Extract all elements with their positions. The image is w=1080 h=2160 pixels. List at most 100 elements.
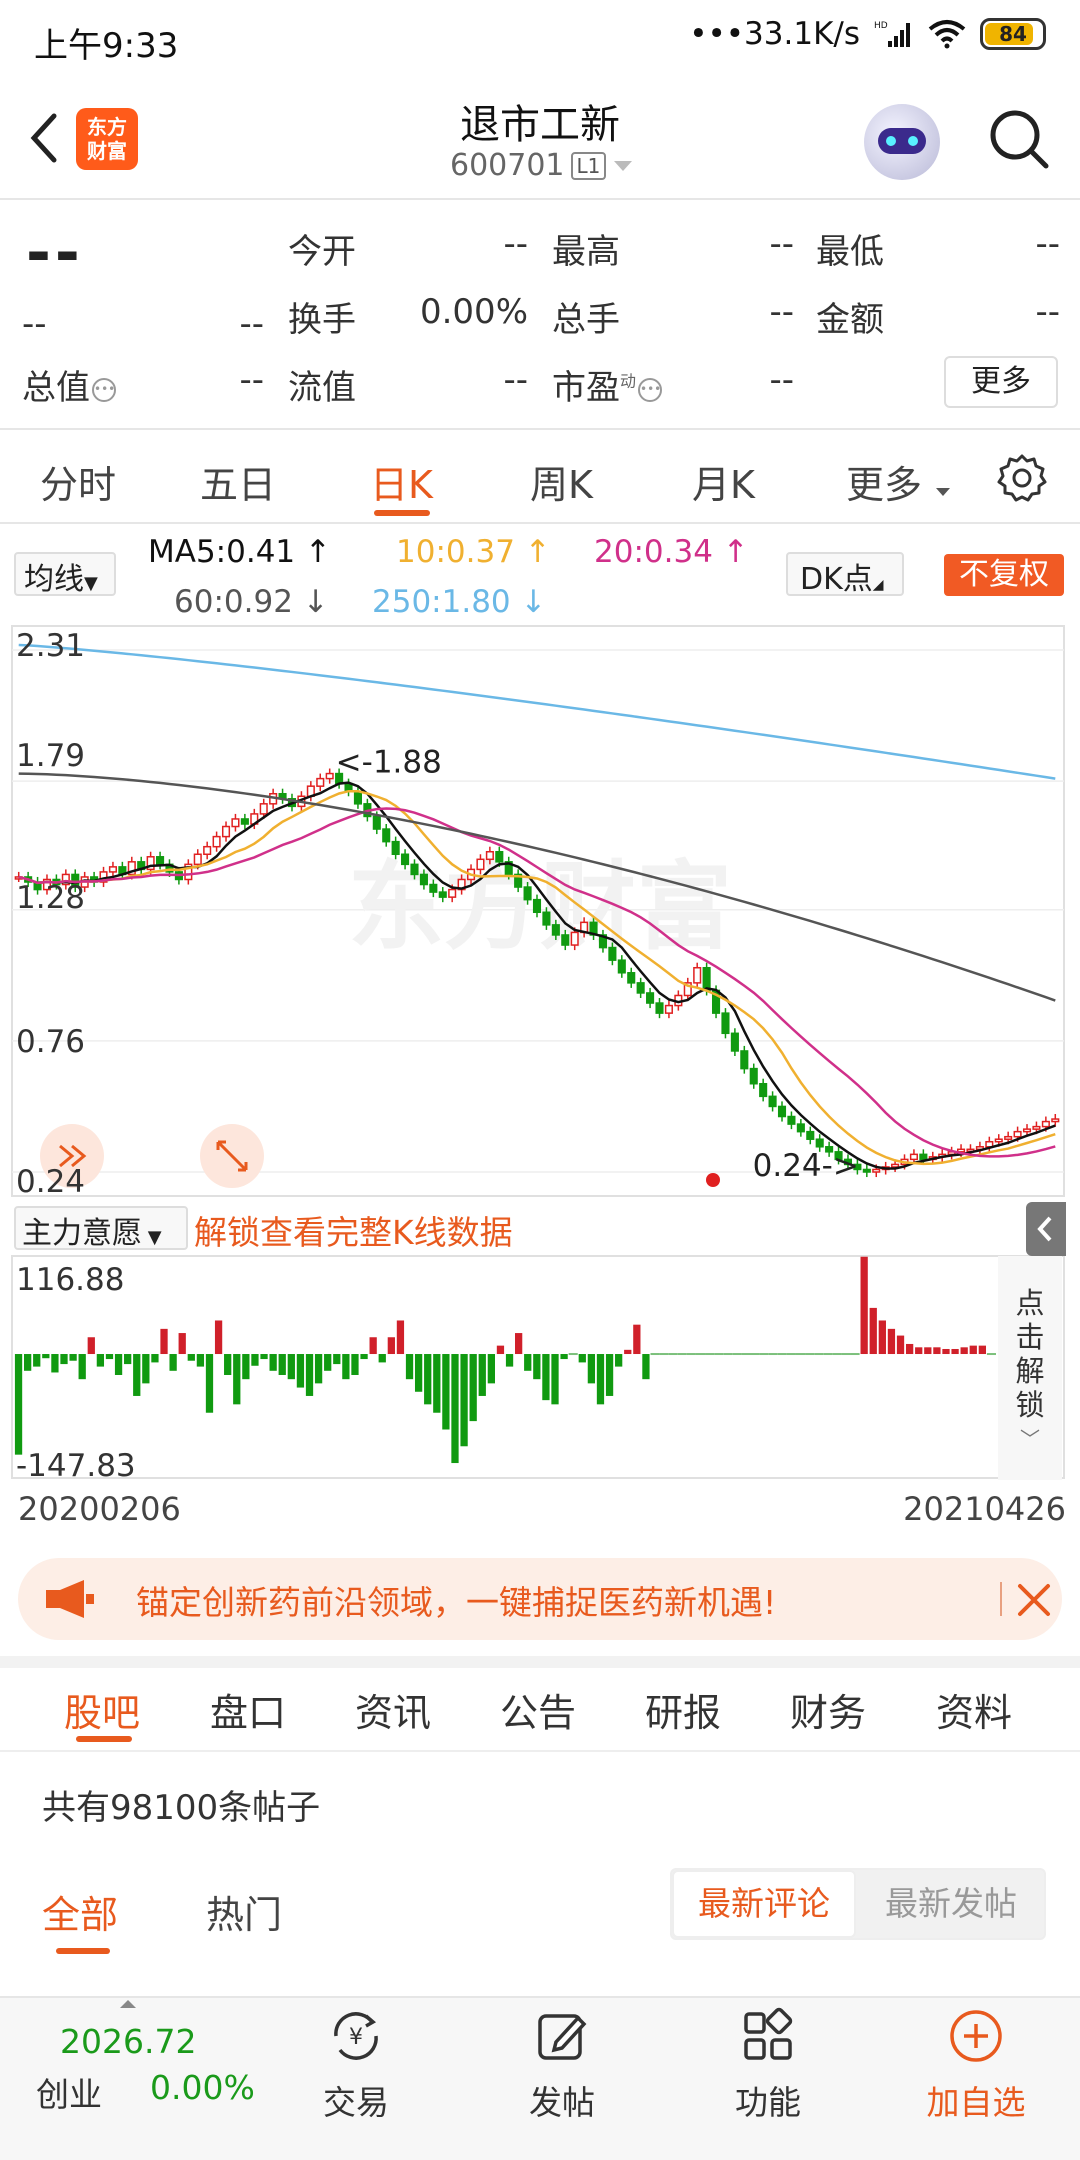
candle	[561, 934, 570, 946]
bar	[478, 1354, 486, 1396]
bar	[405, 1354, 414, 1380]
candle	[787, 1115, 796, 1125]
sort-latest-comment[interactable]: 最新评论	[672, 1870, 856, 1938]
bar	[196, 1354, 205, 1367]
candle	[862, 1168, 871, 1173]
nav-add-watchlist[interactable]: 加自选	[906, 2006, 1046, 2156]
main-force-selector[interactable]: 主力意愿 ▼	[14, 1206, 188, 1251]
unlock-kline-link[interactable]: 解锁查看完整K线数据	[194, 1206, 513, 1254]
active-filter-indicator	[56, 1948, 110, 1954]
bar	[505, 1354, 514, 1367]
y-tick-label: 1.79	[16, 738, 86, 774]
y-tick-label: 1.28	[16, 880, 86, 916]
bar	[160, 1328, 168, 1355]
sort-latest-post[interactable]: 最新发帖	[856, 1870, 1046, 1938]
chevron-left-icon	[1037, 1216, 1052, 1242]
bar	[87, 1337, 95, 1355]
bar	[442, 1354, 450, 1430]
bar-min-label: -147.83	[16, 1448, 136, 1484]
candle	[448, 888, 457, 898]
tab-profile[interactable]: 资料	[936, 1682, 1012, 1737]
index-name[interactable]: 创业	[36, 2068, 102, 2116]
index-value[interactable]: 2026.72	[60, 2022, 196, 2061]
bar	[351, 1354, 359, 1375]
tab-order-book[interactable]: 盘口	[210, 1682, 286, 1737]
y-tick-label: 0.24	[16, 1164, 86, 1200]
tab-research[interactable]: 研报	[645, 1682, 721, 1737]
bar	[14, 1354, 23, 1455]
bar	[205, 1354, 214, 1413]
bar	[533, 1354, 541, 1380]
megaphone-icon	[46, 1580, 94, 1618]
bar	[596, 1354, 605, 1405]
bar	[42, 1354, 50, 1359]
bar-max-label: 116.88	[16, 1262, 125, 1298]
bar	[251, 1354, 259, 1366]
bar	[187, 1354, 195, 1361]
candle	[221, 825, 231, 838]
candle	[410, 863, 419, 876]
kline-chart[interactable]: 东方财富<-1.880.24->	[0, 0, 1080, 1490]
bar	[333, 1354, 341, 1365]
candle	[636, 982, 645, 994]
bar	[487, 1354, 495, 1384]
bar	[124, 1354, 132, 1365]
nav-functions[interactable]: 功能	[698, 2006, 838, 2156]
bar	[51, 1354, 59, 1373]
tab-finance[interactable]: 财务	[790, 1682, 866, 1737]
candle	[693, 966, 702, 984]
candle	[419, 873, 428, 886]
bar	[469, 1354, 477, 1422]
candle	[1013, 1130, 1022, 1138]
candle	[203, 845, 212, 856]
bar	[114, 1354, 123, 1375]
bar	[615, 1354, 623, 1367]
candle	[353, 790, 363, 805]
candle	[796, 1123, 805, 1133]
nav-trade[interactable]: ¥ 交易	[286, 2006, 426, 2156]
candle	[212, 835, 221, 848]
bar	[287, 1354, 295, 1380]
tab-guba[interactable]: 股吧	[64, 1682, 140, 1737]
close-icon[interactable]	[1014, 1580, 1054, 1620]
bar	[342, 1354, 350, 1380]
candle	[749, 1067, 758, 1085]
bar	[642, 1354, 650, 1380]
bar	[969, 1345, 977, 1355]
candle	[909, 1153, 918, 1161]
promo-banner[interactable]: 锚定创新药前沿领域，一键捕捉医药新机遇!	[18, 1558, 1062, 1640]
bar	[896, 1335, 905, 1355]
bar	[424, 1354, 432, 1405]
ma5-line	[18, 781, 1056, 1170]
click-unlock-button[interactable]: 点 击 解 锁 ﹀	[998, 1256, 1062, 1480]
candle	[495, 850, 504, 863]
tab-announcements[interactable]: 公告	[500, 1682, 576, 1737]
candle	[401, 853, 410, 866]
bar	[933, 1347, 941, 1355]
bar	[214, 1320, 223, 1355]
collapse-panel-button[interactable]	[1026, 1202, 1066, 1256]
candle	[325, 772, 334, 780]
chevron-down-icon: ▼	[142, 1227, 162, 1248]
candle	[664, 1004, 673, 1014]
filter-all[interactable]: 全部	[42, 1884, 118, 1939]
nav-post[interactable]: 发帖	[492, 2006, 632, 2156]
bar	[233, 1354, 241, 1405]
index-change: 0.00%	[150, 2068, 255, 2107]
candle	[994, 1138, 1003, 1143]
filter-hot[interactable]: 热门	[206, 1884, 282, 1939]
candle	[108, 866, 117, 873]
bar	[578, 1354, 586, 1363]
bar	[314, 1354, 323, 1384]
tab-news[interactable]: 资讯	[355, 1682, 431, 1737]
event-marker-dot	[706, 1173, 720, 1187]
bar	[369, 1337, 377, 1355]
bar	[915, 1347, 923, 1355]
bar	[60, 1354, 68, 1365]
bar	[960, 1347, 968, 1355]
bar	[324, 1354, 332, 1371]
bar	[869, 1307, 877, 1355]
candle	[1032, 1125, 1041, 1130]
candle	[382, 828, 391, 843]
bar	[178, 1333, 186, 1355]
